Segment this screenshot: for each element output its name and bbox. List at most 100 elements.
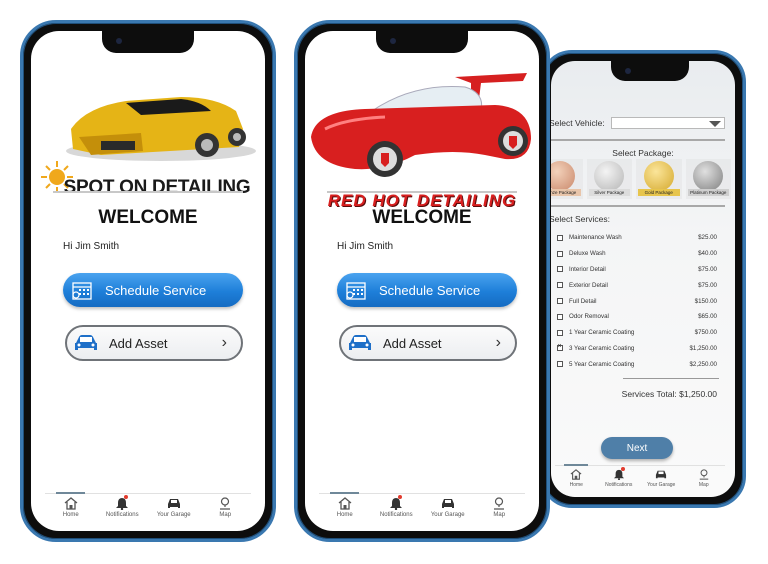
add-asset-label: Add Asset (383, 335, 442, 351)
home-screen: SPOT ON DETAILING WELCOME Hi Jim Smith S… (31, 31, 265, 531)
service-checkbox[interactable] (557, 234, 563, 241)
tab-label: Your Garage (647, 482, 676, 488)
home-icon (64, 497, 78, 510)
map-pin-icon (699, 469, 708, 480)
brand-name: SPOT ON DETAILING (63, 177, 251, 198)
map-pin-icon (494, 497, 505, 510)
schedule-service-button[interactable]: Schedule Service (63, 273, 243, 307)
service-price: $65.00 (698, 313, 717, 321)
vehicle-dropdown[interactable] (610, 117, 725, 129)
tab-label: Home (62, 512, 79, 518)
phone-spot-on-detailing: SPOT ON DETAILING WELCOME Hi Jim Smith S… (20, 20, 276, 542)
car-icon (349, 335, 371, 350)
package-label: Gold Package (638, 189, 680, 196)
service-row: Deluxe Wash $40.00 (557, 246, 717, 262)
add-asset-button[interactable]: Add Asset › (65, 325, 243, 361)
select-package-label: Select Package: (612, 148, 674, 158)
service-price: $40.00 (698, 250, 717, 258)
greeting-text: Hi Jim Smith (63, 241, 120, 252)
phone-notch (611, 61, 690, 81)
service-row: Full Detail $150.00 (557, 293, 717, 309)
services-total: Services Total: $1,250.00 (622, 389, 717, 399)
select-services-label: Select Services: (551, 214, 610, 224)
service-checkbox[interactable] (557, 282, 563, 289)
tab-home[interactable]: Home (555, 464, 598, 495)
package-label: Silver Package (588, 189, 630, 196)
service-row: 3 Year Ceramic Coating $1,250.00 (557, 341, 717, 357)
package-silver[interactable]: Silver Package (586, 159, 632, 199)
services-list: Maintenance Wash $25.00 Deluxe Wash $40.00… (557, 230, 717, 372)
tab-your-garage[interactable]: Your Garage (148, 494, 200, 527)
select-vehicle-row: Select Vehicle: (551, 117, 725, 129)
schedule-service-label: Schedule Service (105, 282, 207, 298)
chevron-right-icon: › (221, 334, 227, 351)
welcome-heading: WELCOME (372, 207, 472, 228)
package-bronze[interactable]: Bronze Package (551, 159, 583, 199)
tab-notifications[interactable]: Notifications (371, 494, 423, 527)
service-name: 1 Year Ceramic Coating (569, 329, 635, 337)
package-label: Bronze Package (551, 189, 581, 196)
service-row: Odor Removal $65.00 (557, 309, 717, 325)
phone-notch (102, 31, 194, 53)
package-options: Bronze Package Silver Package Gold Packa… (551, 159, 731, 199)
tab-label: Notifications (105, 512, 139, 518)
service-price: $1,250.00 (689, 344, 717, 352)
service-checkbox[interactable] (557, 250, 563, 257)
bell-icon (390, 498, 403, 510)
package-gold[interactable]: Gold Package (636, 159, 682, 199)
service-name: Interior Detail (569, 265, 606, 273)
tab-notifications[interactable]: Notifications (97, 494, 149, 527)
greeting-text: Hi Jim Smith (337, 241, 394, 252)
calendar-icon (72, 282, 92, 300)
service-price: $25.00 (698, 234, 717, 242)
tab-label: Home (336, 512, 353, 518)
car-icon (441, 499, 454, 508)
services-total-label: Services Total: (621, 389, 677, 399)
divider (327, 191, 517, 193)
service-price: $75.00 (698, 281, 717, 289)
service-selection-screen: Select Vehicle: Select Package: Bronze P… (551, 61, 735, 497)
camera-icon (116, 38, 122, 44)
tab-home[interactable]: Home (45, 492, 97, 527)
bottom-tab-bar: Home Notifications Your Garage Map (555, 464, 726, 495)
tab-map[interactable]: Map (683, 466, 726, 495)
tab-your-garage[interactable]: Your Garage (422, 494, 474, 527)
welcome-heading: WELCOME (98, 207, 198, 228)
tab-map[interactable]: Map (474, 494, 526, 527)
service-name: Exterior Detail (569, 281, 608, 289)
package-platinum[interactable]: Platinum Package (685, 159, 731, 199)
service-checkbox[interactable] (557, 266, 563, 273)
service-checkbox[interactable] (557, 298, 563, 305)
brand-logo: SPOT ON DETAILING (31, 59, 265, 209)
calendar-icon (346, 282, 366, 300)
service-checkbox-checked[interactable] (557, 343, 563, 352)
service-price: $150.00 (694, 297, 717, 305)
service-checkbox[interactable] (557, 313, 563, 320)
tab-notifications[interactable]: Notifications (598, 466, 641, 495)
next-button[interactable]: Next (601, 437, 673, 459)
total-divider (623, 378, 719, 379)
phone-service-selection: Select Vehicle: Select Package: Bronze P… (540, 50, 746, 508)
tab-label: Home (569, 482, 583, 488)
car-icon (656, 470, 667, 479)
dropdown-arrow-icon (709, 121, 721, 127)
tab-your-garage[interactable]: Your Garage (640, 466, 683, 495)
service-row: Exterior Detail $75.00 (557, 277, 717, 293)
phone-red-hot-detailing: RED HOT DETAILING WELCOME Hi Jim Smith S… (294, 20, 550, 542)
service-checkbox[interactable] (557, 361, 563, 368)
home-icon (338, 497, 352, 510)
phone-notch (376, 31, 468, 53)
service-row: Interior Detail $75.00 (557, 262, 717, 278)
chevron-right-icon: › (495, 334, 501, 351)
tab-map[interactable]: Map (200, 494, 252, 527)
tab-label: Your Garage (156, 512, 191, 518)
schedule-service-button[interactable]: Schedule Service (337, 273, 517, 307)
divider (53, 191, 243, 193)
service-checkbox[interactable] (557, 329, 563, 336)
tab-label: Map (493, 512, 506, 518)
select-vehicle-label: Select Vehicle: (551, 118, 605, 128)
package-label: Platinum Package (687, 189, 729, 196)
tab-home[interactable]: Home (319, 492, 371, 527)
add-asset-button[interactable]: Add Asset › (339, 325, 517, 361)
camera-icon (625, 68, 632, 74)
